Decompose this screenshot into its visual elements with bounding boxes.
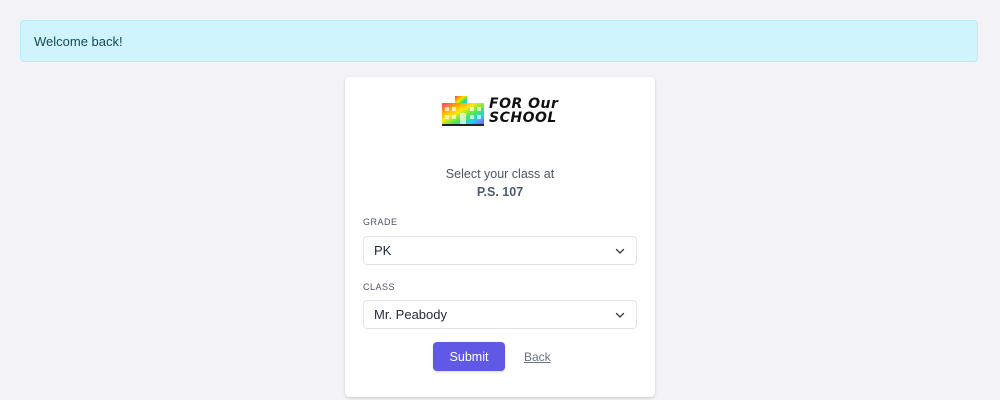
chevron-down-icon bbox=[615, 248, 625, 254]
rainbow-school-building-icon bbox=[442, 96, 484, 126]
welcome-alert: Welcome back! bbox=[20, 20, 978, 62]
logo-wordmark: FOR Our SCHOOL bbox=[489, 97, 558, 125]
grade-select[interactable]: PK bbox=[363, 236, 637, 265]
alert-message: Welcome back! bbox=[34, 33, 123, 49]
class-label: CLASS bbox=[363, 282, 396, 292]
grade-select-value: PK bbox=[374, 243, 392, 258]
intro-line: Select your class at bbox=[445, 167, 555, 181]
logo: FOR Our SCHOOL bbox=[441, 95, 558, 127]
grade-label: GRADE bbox=[363, 217, 398, 227]
logo-line-1: FOR Our bbox=[489, 96, 559, 112]
class-select-value: Mr. Peabody bbox=[374, 307, 447, 322]
logo-line-2: SCHOOL bbox=[489, 110, 557, 126]
class-select[interactable]: Mr. Peabody bbox=[363, 300, 637, 329]
chevron-down-icon bbox=[615, 312, 625, 318]
submit-button[interactable]: Submit bbox=[433, 342, 505, 371]
school-name: P.S. 107 bbox=[476, 185, 524, 199]
back-link[interactable]: Back bbox=[524, 350, 551, 364]
intro-text: Select your class at P.S. 107 bbox=[345, 165, 655, 201]
class-select-card: FOR Our SCHOOL Select your class at P.S.… bbox=[345, 77, 655, 397]
